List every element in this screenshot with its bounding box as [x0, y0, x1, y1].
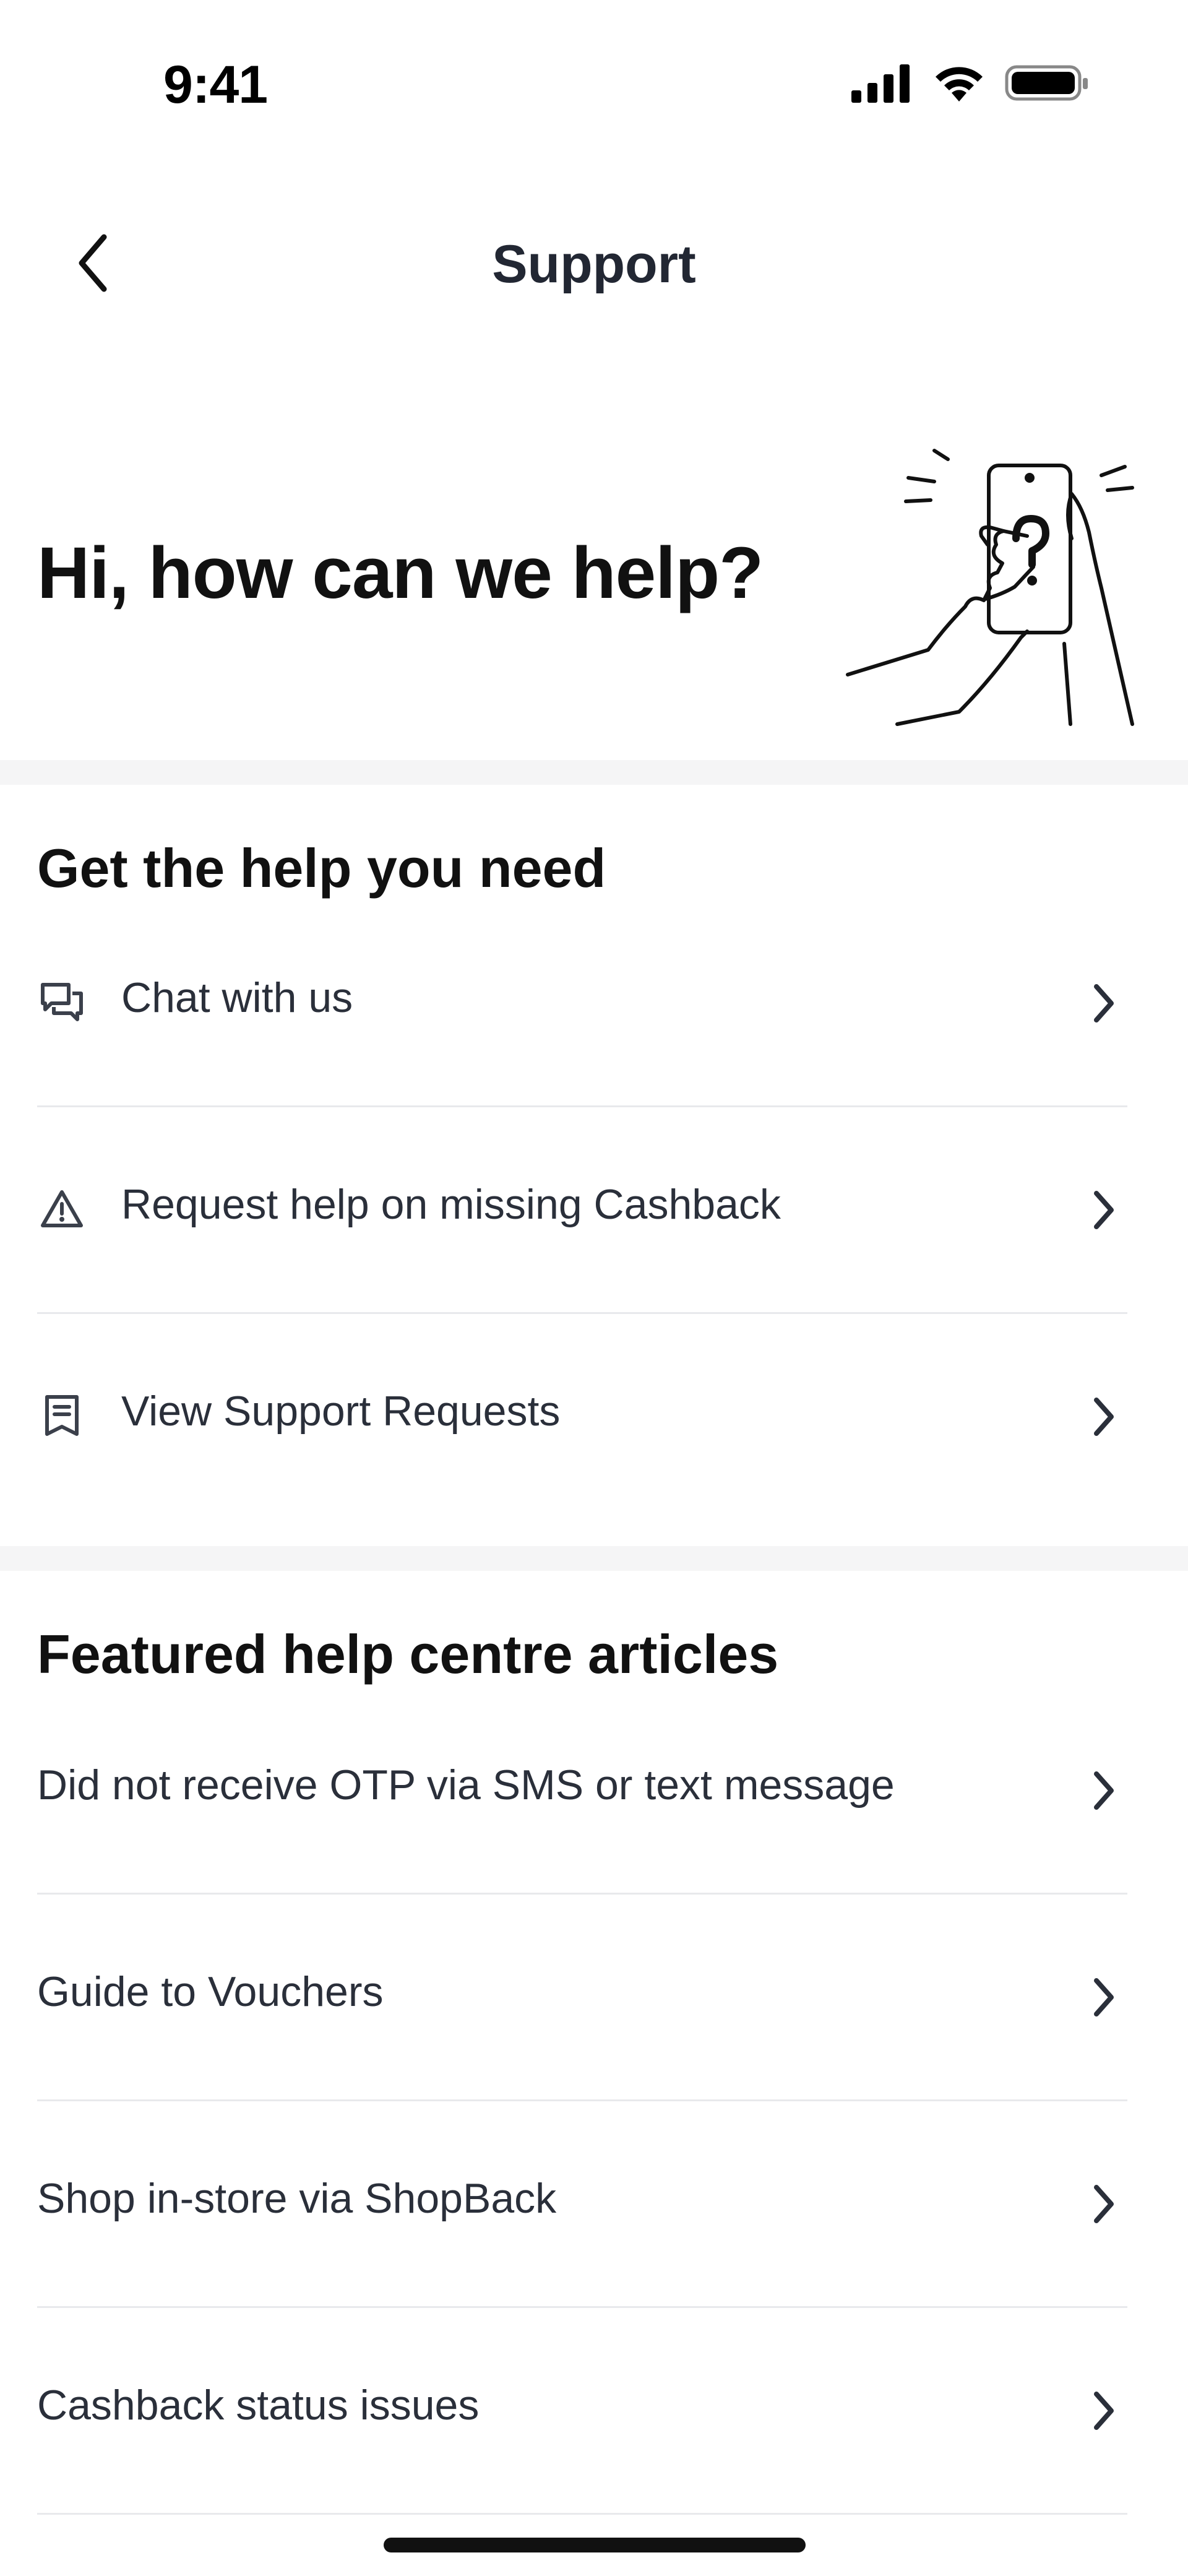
row-label: Chat with us [121, 974, 353, 1021]
chat-bubbles-icon [37, 977, 87, 1027]
chevron-right-icon [1085, 1973, 1122, 2022]
chevron-right-icon [1085, 1185, 1122, 1235]
chevron-right-icon [1085, 2179, 1122, 2229]
article-row[interactable]: Did not receive OTP via SMS or text mess… [37, 1688, 1127, 1895]
battery-icon [1005, 65, 1088, 101]
wifi-icon [936, 67, 983, 102]
article-row[interactable]: Cashback status issues [37, 2308, 1127, 2515]
article-label: Shop in-store via ShopBack [37, 2175, 557, 2222]
chevron-right-icon [1085, 1392, 1122, 1441]
article-label: Did not receive OTP via SMS or text mess… [37, 1761, 895, 1809]
chevron-right-icon [1085, 1766, 1122, 1815]
hero: Hi, how can we help? [0, 396, 1188, 761]
articles-section-title: Featured help centre articles [37, 1623, 779, 1685]
article-row[interactable]: Shop in-store via ShopBack [37, 2101, 1127, 2308]
section-divider [0, 1546, 1188, 1571]
chat-with-us-row[interactable]: Chat with us [37, 901, 1127, 1107]
status-icons [851, 63, 1089, 103]
nav-bar: Support [0, 186, 1188, 340]
status-bar: 9:41 [0, 0, 1188, 142]
cellular-signal-icon [851, 64, 910, 103]
article-label: Guide to Vouchers [37, 1968, 384, 2015]
receipt-icon [37, 1391, 87, 1440]
chevron-right-icon [1085, 979, 1122, 1028]
row-label: Request help on missing Cashback [121, 1181, 781, 1228]
row-label: View Support Requests [121, 1388, 561, 1435]
section-divider [0, 760, 1188, 785]
help-illustration [846, 449, 1134, 726]
missing-cashback-row[interactable]: Request help on missing Cashback [37, 1107, 1127, 1314]
view-support-requests-row[interactable]: View Support Requests [37, 1314, 1127, 1521]
help-section-title: Get the help you need [37, 837, 606, 899]
home-indicator[interactable] [384, 2538, 806, 2552]
chevron-right-icon [1085, 2386, 1122, 2436]
status-time: 9:41 [163, 55, 268, 115]
article-row[interactable]: Guide to Vouchers [37, 1895, 1127, 2101]
article-label: Cashback status issues [37, 2382, 480, 2429]
page-title: Support [492, 235, 696, 294]
hero-heading: Hi, how can we help? [37, 532, 764, 614]
warning-triangle-icon [37, 1184, 87, 1234]
